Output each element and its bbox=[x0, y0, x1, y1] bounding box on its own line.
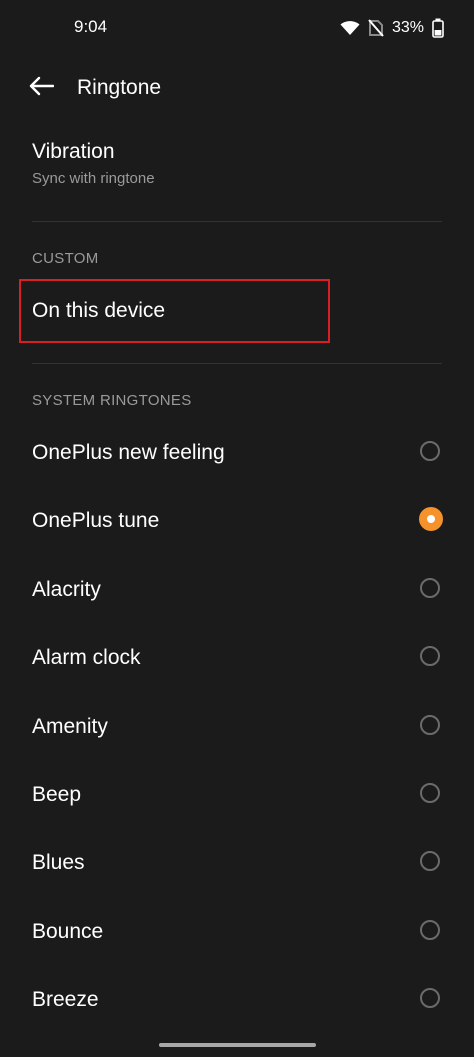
back-button[interactable] bbox=[24, 74, 58, 102]
section-header-system-ringtones: SYSTEM RINGTONES bbox=[32, 392, 192, 409]
radio-button[interactable] bbox=[420, 441, 440, 461]
ringtone-label: Alarm clock bbox=[32, 646, 141, 670]
ringtone-item[interactable]: Breeze bbox=[0, 966, 474, 1034]
status-icons: 33% bbox=[340, 16, 444, 40]
ringtone-item[interactable]: Bounce bbox=[0, 898, 474, 966]
vibration-title: Vibration bbox=[32, 140, 115, 163]
ringtone-item[interactable]: Alarm clock bbox=[0, 624, 474, 692]
section-header-custom: CUSTOM bbox=[32, 250, 99, 267]
no-sim-icon bbox=[368, 19, 384, 37]
ringtone-label: Amenity bbox=[32, 714, 108, 738]
ringtone-label: Breeze bbox=[32, 988, 99, 1012]
app-bar: Ringtone bbox=[0, 64, 474, 112]
ringtone-item[interactable]: Beep bbox=[0, 761, 474, 829]
radio-button[interactable] bbox=[420, 782, 440, 803]
ringtone-label: Bounce bbox=[32, 919, 104, 943]
radio-button-selected[interactable] bbox=[419, 507, 443, 532]
divider bbox=[32, 363, 442, 364]
on-this-device-item[interactable]: On this device bbox=[0, 276, 474, 348]
ringtone-item[interactable]: Alacrity bbox=[0, 556, 474, 624]
radio-button[interactable] bbox=[420, 988, 440, 1009]
battery-icon bbox=[432, 18, 444, 38]
radio-button[interactable] bbox=[420, 919, 440, 940]
status-bar: 9:04 33% bbox=[0, 0, 474, 56]
ringtone-label: Blues bbox=[32, 851, 85, 875]
radio-button[interactable] bbox=[420, 714, 440, 735]
vibration-setting[interactable]: Vibration Sync with ringtone bbox=[0, 130, 474, 214]
ringtone-item[interactable]: OnePlus new feeling bbox=[0, 419, 474, 487]
ringtone-item[interactable]: OnePlus tune bbox=[0, 487, 474, 555]
status-time: 9:04 bbox=[74, 17, 108, 36]
radio-button[interactable] bbox=[420, 851, 440, 872]
gesture-nav-handle[interactable] bbox=[159, 1043, 316, 1047]
ringtone-label: OnePlus new feeling bbox=[32, 441, 225, 464]
radio-button[interactable] bbox=[420, 646, 440, 667]
ringtone-item[interactable]: Amenity bbox=[0, 693, 474, 761]
battery-percent: 33% bbox=[391, 19, 424, 36]
ringtone-item[interactable]: Blues bbox=[0, 829, 474, 897]
on-this-device-label: On this device bbox=[32, 299, 166, 322]
page-title: Ringtone bbox=[77, 76, 162, 99]
wifi-icon bbox=[340, 20, 360, 36]
radio-button[interactable] bbox=[420, 577, 440, 598]
vibration-subtitle: Sync with ringtone bbox=[32, 170, 155, 187]
ringtone-label: OnePlus tune bbox=[32, 509, 160, 533]
ringtone-label: Alacrity bbox=[32, 577, 101, 601]
ringtone-list: OnePlus new feeling OnePlus tune Alacrit… bbox=[0, 419, 474, 1035]
divider bbox=[32, 221, 442, 222]
arrow-left-icon bbox=[28, 76, 55, 101]
ringtone-label: Beep bbox=[32, 782, 82, 806]
